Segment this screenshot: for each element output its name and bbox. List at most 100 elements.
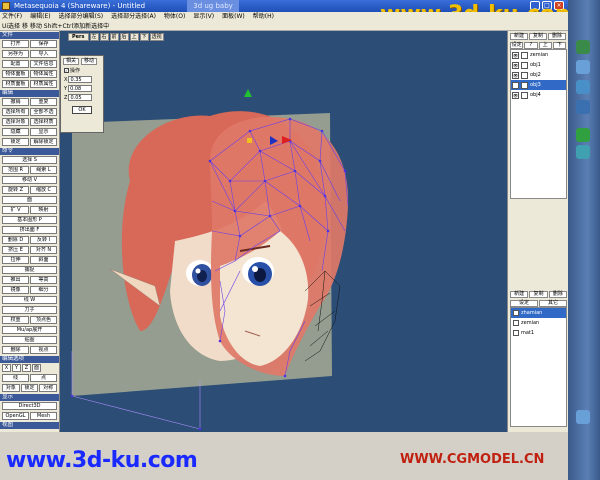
sidebar-app-icon[interactable] xyxy=(576,40,590,54)
sidebar-app-icon[interactable] xyxy=(576,100,590,114)
command-button[interactable]: 锁定 xyxy=(2,138,29,146)
lock-icon[interactable] xyxy=(521,71,528,79)
material-action-button[interactable]: 复制 xyxy=(529,291,548,298)
command-button[interactable]: 对称 xyxy=(39,384,58,392)
command-button[interactable]: 另存为 xyxy=(2,50,29,58)
command-button[interactable]: 线 W xyxy=(2,296,57,304)
object-action-button[interactable]: 上 xyxy=(538,42,552,49)
material-row[interactable]: zemian xyxy=(511,318,566,328)
menu-item[interactable]: 编辑(E) xyxy=(30,12,50,22)
command-button[interactable]: 选择对象 xyxy=(2,118,29,126)
command-button[interactable]: Mesh xyxy=(30,412,57,420)
command-button[interactable]: 选择材质 xyxy=(30,118,57,126)
command-button[interactable]: 全部不选 xyxy=(30,108,57,116)
menu-item[interactable]: 面板(W) xyxy=(222,12,245,22)
object-action-button[interactable]: ? xyxy=(524,42,538,49)
lock-icon[interactable] xyxy=(521,51,528,59)
command-button[interactable]: 扩 V xyxy=(2,206,29,214)
object-action-button[interactable]: 设定 xyxy=(510,42,524,49)
command-button[interactable]: 映射 xyxy=(30,206,57,214)
coord-input[interactable] xyxy=(68,85,93,92)
3d-viewport[interactable]: Pers 左右前后上下透视 xyxy=(60,31,507,432)
sidebar-app-icon[interactable] xyxy=(576,410,590,424)
menu-item[interactable]: 物体(O) xyxy=(164,12,185,22)
command-button[interactable]: 删除 D xyxy=(2,236,29,244)
object-action-button[interactable]: 复制 xyxy=(529,33,547,40)
visibility-icon[interactable]: 👁 xyxy=(512,51,519,59)
scene-render[interactable] xyxy=(60,31,507,432)
material-action-button[interactable]: 其它 xyxy=(539,300,567,307)
command-button[interactable]: 挤压 E xyxy=(2,246,29,254)
sidebar-app-icon[interactable] xyxy=(576,60,590,74)
command-button[interactable]: 移动 V xyxy=(2,176,57,184)
material-row[interactable]: zhamian xyxy=(511,308,566,318)
command-button[interactable]: 物体属性 xyxy=(30,70,57,78)
object-row[interactable]: 👁 zemian xyxy=(511,50,566,60)
command-button[interactable]: 文件信息 xyxy=(30,60,57,68)
command-button[interactable]: 选择 S xyxy=(2,156,57,164)
command-button[interactable]: OpenGL xyxy=(2,412,29,420)
command-button[interactable]: 面 xyxy=(2,196,57,204)
command-button[interactable]: 反转 I xyxy=(30,236,57,244)
visibility-icon[interactable]: 👁 xyxy=(512,61,519,69)
command-button[interactable]: 对齐 N xyxy=(30,246,57,254)
taskbar-tab[interactable]: 3d ug baby xyxy=(187,0,239,12)
operation-checkbox[interactable]: ✓ 操作 xyxy=(61,67,103,75)
object-action-button[interactable]: 删除 xyxy=(548,33,566,40)
command-button[interactable]: 打开 xyxy=(2,40,29,48)
object-row[interactable]: 👁 obj3 xyxy=(511,80,566,90)
sidebar-app-icon[interactable] xyxy=(576,128,590,142)
command-button[interactable]: Y xyxy=(12,364,21,372)
coord-input[interactable] xyxy=(68,76,93,83)
lock-icon[interactable] xyxy=(521,61,528,69)
command-button[interactable]: 选择所有 xyxy=(2,108,29,116)
command-button[interactable]: 刀子 xyxy=(2,306,57,314)
command-button[interactable]: 物体面板 xyxy=(2,70,29,78)
command-button[interactable]: 隐藏 xyxy=(2,128,29,136)
object-action-button[interactable]: 新建 xyxy=(510,33,528,40)
command-button[interactable]: 删除 xyxy=(2,346,29,354)
material-action-button[interactable]: 新建 xyxy=(510,291,529,298)
command-button[interactable]: 面 xyxy=(32,364,41,372)
sidebar-app-icon[interactable] xyxy=(576,145,590,159)
material-action-button[interactable]: 删除 xyxy=(548,291,567,298)
visibility-icon[interactable]: 👁 xyxy=(512,71,519,79)
command-button[interactable]: 材质属性 xyxy=(30,80,57,88)
coord-input[interactable] xyxy=(68,94,93,101)
visibility-icon[interactable]: 👁 xyxy=(512,91,519,99)
object-row[interactable]: 👁 obj4 xyxy=(511,90,566,100)
dialog-tab[interactable]: 移动 xyxy=(81,58,98,65)
command-button[interactable]: Direct3D xyxy=(2,402,57,410)
command-button[interactable]: 导入 xyxy=(30,50,57,58)
menu-item[interactable]: 显示(V) xyxy=(193,12,214,22)
command-button[interactable]: Mu/ap展开 xyxy=(2,326,57,334)
ok-button[interactable]: OK xyxy=(72,106,92,114)
command-button[interactable]: 视点 xyxy=(30,346,57,354)
command-button[interactable]: 拉伸 xyxy=(2,256,29,264)
command-button[interactable]: 配置 xyxy=(2,60,29,68)
command-button[interactable]: 撤销 xyxy=(2,98,29,106)
command-button[interactable]: 顶点色 xyxy=(30,316,57,324)
command-button[interactable]: 锁定 xyxy=(20,384,39,392)
object-row[interactable]: 👁 obj2 xyxy=(511,70,566,80)
command-button[interactable]: 捕捉 xyxy=(2,266,57,274)
dialog-tab[interactable]: 相关 xyxy=(63,58,80,65)
menu-item[interactable]: 选择部分选择(A) xyxy=(111,12,156,22)
command-button[interactable]: 贴图 xyxy=(2,336,57,344)
menu-item[interactable]: 选择部分编辑(S) xyxy=(59,12,104,22)
command-button[interactable]: 绳索 L xyxy=(30,166,57,174)
visibility-icon[interactable]: 👁 xyxy=(512,81,519,89)
command-button[interactable]: 挤出面 F xyxy=(2,226,57,234)
command-button[interactable]: 基本图形 P xyxy=(2,216,57,224)
command-button[interactable]: 斜面 xyxy=(30,256,57,264)
command-button[interactable]: 等高 xyxy=(30,276,57,284)
object-action-button[interactable]: 下 xyxy=(552,42,566,49)
command-button[interactable]: 细分 xyxy=(30,286,57,294)
command-button[interactable]: Z xyxy=(22,364,31,372)
object-row[interactable]: 👁 obj1 xyxy=(511,60,566,70)
command-button[interactable]: 解除锁定 xyxy=(30,138,57,146)
gizmo-center[interactable] xyxy=(247,138,252,143)
check-icon[interactable]: ✓ xyxy=(64,68,69,73)
command-button[interactable]: 旋转 Z xyxy=(2,186,29,194)
command-button[interactable]: 材质面板 xyxy=(2,80,29,88)
